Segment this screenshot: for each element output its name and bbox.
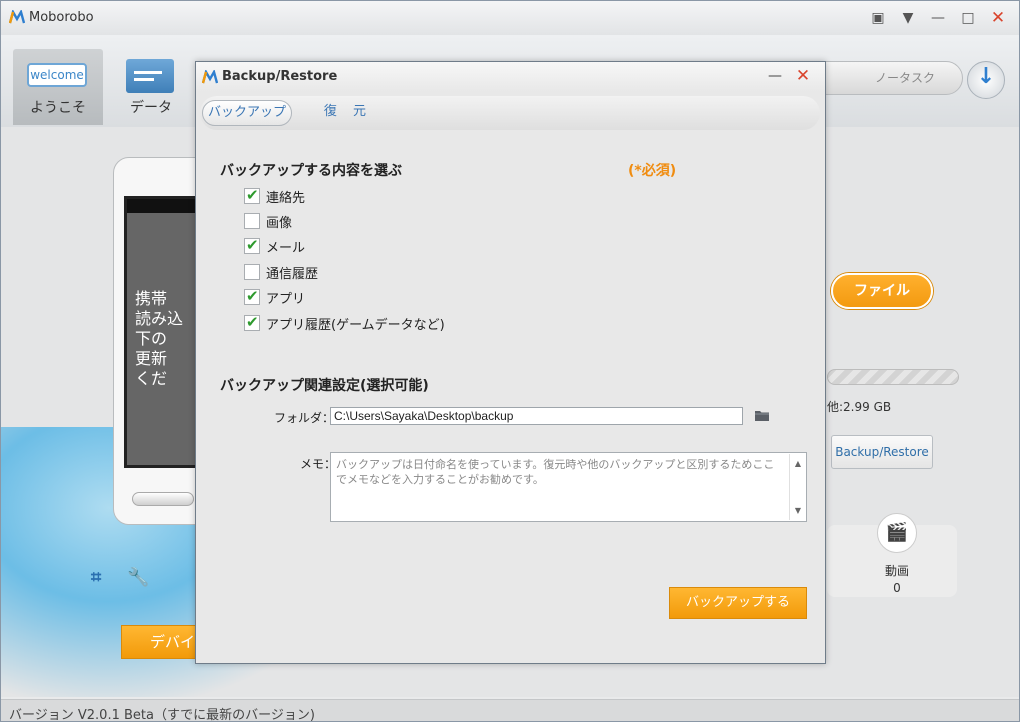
- moborobo-logo-icon: [9, 10, 25, 24]
- menu-icon[interactable]: ▼: [899, 9, 917, 27]
- maximize-icon[interactable]: □: [959, 9, 977, 27]
- checkbox-label: アプリ履歴(ゲームデータなど): [266, 317, 445, 333]
- checkbox-label: アプリ: [266, 291, 306, 307]
- video-icon: 🎬: [877, 513, 917, 553]
- video-count: 0: [893, 581, 901, 595]
- title-bar: Moborobo ▣ ▼ — □ ✕: [1, 1, 1019, 35]
- checkbox-call-log[interactable]: [244, 264, 260, 280]
- connect-icon[interactable]: ⌗: [91, 567, 101, 588]
- memo-placeholder: バックアップは日付命名を使っています。復元時や他のバックアップと区別するためここ…: [336, 458, 775, 486]
- checkbox-row-images[interactable]: 画像: [244, 211, 292, 231]
- phone-status-bar: [127, 199, 205, 213]
- phone-home-button: [132, 492, 194, 506]
- dialog-close-icon[interactable]: ✕: [794, 66, 812, 86]
- nav-welcome[interactable]: welcome ようこそ: [13, 49, 103, 125]
- welcome-icon: welcome: [27, 63, 87, 87]
- dialog-minimize-icon[interactable]: —: [768, 68, 782, 84]
- checkbox-row-contacts[interactable]: 連絡先: [244, 186, 305, 206]
- folder-label: フォルダ：: [274, 411, 335, 425]
- task-status[interactable]: ノータスク: [807, 61, 963, 95]
- checkbox-apps[interactable]: [244, 287, 260, 305]
- download-icon[interactable]: [967, 61, 1005, 99]
- nav-welcome-label: ようこそ: [30, 100, 86, 116]
- settings-heading: バックアップ関連設定(選択可能): [220, 378, 429, 394]
- checkbox-row-mail[interactable]: メール: [244, 236, 305, 256]
- select-content-heading: バックアップする内容を選ぶ: [220, 163, 402, 179]
- checkbox-mail[interactable]: [244, 236, 260, 254]
- checkbox-row-call-log[interactable]: 通信履歴: [244, 262, 318, 282]
- nav-data[interactable]: データ: [106, 49, 196, 125]
- tab-restore[interactable]: 復 元: [318, 100, 378, 126]
- folder-icon[interactable]: [754, 408, 770, 422]
- checkbox-label: 画像: [266, 215, 293, 231]
- memo-scrollbar[interactable]: ▲ ▼: [789, 454, 805, 520]
- phone-screen-text: 携帯 読み込 下の 更新 くだ: [135, 289, 184, 388]
- checkbox-app-history[interactable]: [244, 313, 260, 331]
- folder-path-input[interactable]: C:\Users\Sayaka\Desktop\backup: [330, 407, 743, 425]
- checkbox-row-apps[interactable]: アプリ: [244, 287, 305, 307]
- storage-text: 他:2.99 GB: [827, 400, 892, 414]
- app-title: Moborobo: [29, 10, 94, 25]
- checkbox-label: 連絡先: [266, 190, 306, 206]
- dialog-title: Backup/Restore: [222, 69, 338, 84]
- dialog-tabs: バックアップ 復 元: [200, 96, 820, 130]
- backup-restore-button[interactable]: Backup/Restore: [831, 435, 933, 469]
- checkbox-label: メール: [266, 240, 306, 256]
- file-button[interactable]: ファイル: [831, 273, 933, 309]
- wrench-icon[interactable]: 🔧: [127, 567, 149, 588]
- checkbox-row-app-history[interactable]: アプリ履歴(ゲームデータなど): [244, 313, 445, 333]
- scroll-up-icon[interactable]: ▲: [790, 456, 806, 471]
- status-bar: バージョン V2.0.1 Beta（すでに最新のバージョン): [1, 699, 1019, 721]
- minimize-icon[interactable]: —: [929, 9, 947, 27]
- video-label: 動画: [884, 564, 909, 578]
- feedback-icon[interactable]: ▣: [869, 9, 887, 27]
- required-note: (*必須): [628, 163, 677, 179]
- device-tools: ⌗ 🔧: [91, 567, 150, 588]
- backup-restore-dialog: Backup/Restore — ✕ バックアップ 復 元 バックアップする内容…: [195, 61, 826, 664]
- window-controls: ▣ ▼ — □ ✕: [869, 9, 1007, 27]
- dialog-title-bar: Backup/Restore — ✕: [196, 62, 825, 92]
- tab-backup[interactable]: バックアップ: [202, 100, 292, 126]
- backup-submit-button[interactable]: バックアップする: [669, 587, 807, 619]
- checkbox-images[interactable]: [244, 213, 260, 229]
- checkbox-label: 通信履歴: [266, 266, 319, 282]
- memo-textarea[interactable]: バックアップは日付命名を使っています。復元時や他のバックアップと区別するためここ…: [330, 452, 807, 522]
- scroll-down-icon[interactable]: ▼: [790, 503, 806, 518]
- nav-data-label: データ: [130, 100, 172, 116]
- data-icon: [126, 59, 174, 93]
- moborobo-logo-icon: [202, 70, 218, 84]
- checkbox-contacts[interactable]: [244, 186, 260, 204]
- storage-bar: [827, 369, 959, 385]
- close-icon[interactable]: ✕: [989, 9, 1007, 27]
